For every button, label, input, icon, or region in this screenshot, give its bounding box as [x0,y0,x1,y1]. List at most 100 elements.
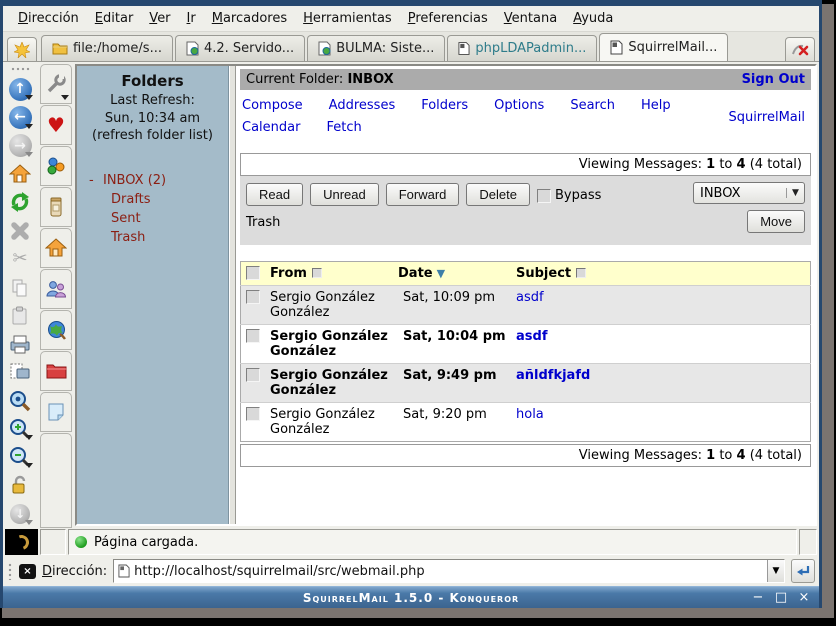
back-button[interactable]: ← [5,103,35,131]
from-header[interactable]: From [270,266,307,281]
window-titlebar[interactable]: SquirrelMail 1.5.0 - Konqueror − □ × [3,586,819,608]
close-button[interactable]: × [797,590,811,605]
cut-button[interactable]: ✂ [5,245,35,273]
bypass-trash-checkbox[interactable] [537,189,551,203]
collapse-toggle[interactable]: - [89,173,103,188]
history-panel-button[interactable] [40,187,72,227]
date-header[interactable]: Date [398,266,433,281]
resize-grip[interactable] [799,529,817,555]
clear-location-icon[interactable]: × [19,564,36,579]
toolbar-handle[interactable] [10,66,30,72]
delete-button[interactable]: Delete [466,183,530,206]
services-panel-button[interactable] [40,146,72,186]
bookmarks-panel-button[interactable]: ♥ [40,105,72,145]
menu-direccion[interactable]: Dirección [11,8,86,29]
forward-button-mail[interactable]: Forward [386,183,460,206]
scroll-down-button[interactable]: ↓ [5,500,35,528]
menu-herramientas[interactable]: Herramientas [296,8,399,29]
folder-inbox-label[interactable]: INBOX [103,173,144,188]
location-dropdown-icon[interactable]: ▼ [767,560,784,582]
select-all-checkbox[interactable] [246,266,260,280]
address-toolbar-handle[interactable] [7,562,13,580]
menu-ayuda[interactable]: Ayuda [566,8,620,29]
network-panel-button[interactable] [40,310,72,350]
squirrelmail-brand-link[interactable]: SquirrelMail [728,110,805,125]
tab-squirrelmail[interactable]: SquirrelMail... [599,33,728,61]
new-tab-button[interactable] [7,37,37,61]
sign-out-link[interactable]: Sign Out [742,72,805,87]
addresses-link[interactable]: Addresses [329,98,396,113]
print-button[interactable] [5,330,35,358]
url-text[interactable]: http://localhost/squirrelmail/src/webmai… [130,564,767,579]
tab-bar: file:/home/s... 4.2. Servido... BULMA: S… [3,32,819,62]
copy-button[interactable] [5,273,35,301]
panel-toolbar-spacer [40,433,72,528]
tab-bulma[interactable]: BULMA: Siste... [307,35,445,61]
zoom-in-button[interactable] [5,415,35,443]
users-panel-button[interactable] [40,269,72,309]
root-folder-panel-button[interactable] [40,351,72,391]
stop-button[interactable] [5,217,35,245]
options-link[interactable]: Options [494,98,544,113]
folder-inbox[interactable]: -INBOX (2) [81,171,224,190]
folder-select[interactable]: INBOX ▼ [693,182,805,204]
message-checkbox[interactable] [246,407,260,421]
panel-splitter[interactable] [229,66,236,524]
from-sort-icon[interactable] [312,268,322,278]
read-button[interactable]: Read [246,183,303,206]
close-tab-button[interactable] [785,37,815,61]
menu-ventana[interactable]: Ventana [497,8,564,29]
search-link[interactable]: Search [570,98,615,113]
configure-panel-button[interactable] [40,64,72,104]
help-link[interactable]: Help [641,98,671,113]
viewing-to-word: to [719,448,732,463]
tab-file-home[interactable]: file:/home/s... [41,35,173,61]
message-checkbox[interactable] [246,368,260,382]
up-button[interactable]: ↑ [5,75,35,103]
paste-clipboard-icon [11,306,29,326]
refresh-folder-list-link[interactable]: (refresh folder list) [81,127,224,145]
message-subject-link[interactable]: asdf [516,290,544,305]
print-preview-button[interactable] [5,358,35,386]
bookmarks-heart-icon: ♥ [47,115,65,135]
folder-sent[interactable]: Sent [81,209,224,228]
tab-servidor-doc[interactable]: 4.2. Servido... [175,35,305,61]
menu-editar[interactable]: Editar [88,8,141,29]
message-from: Sergio González González [265,285,393,324]
message-checkbox[interactable] [246,290,260,304]
message-subject-link[interactable]: asdf [516,329,547,344]
unread-button[interactable]: Unread [310,183,379,206]
maximize-button[interactable]: □ [774,590,788,605]
zoom-out-button[interactable] [5,443,35,471]
folders-link[interactable]: Folders [421,98,468,113]
menu-ver[interactable]: Ver [142,8,177,29]
go-button[interactable] [791,559,815,583]
subject-header[interactable]: Subject [516,266,571,281]
home-button[interactable] [5,160,35,188]
compose-link[interactable]: Compose [242,98,303,113]
fetch-link[interactable]: Fetch [326,120,361,135]
message-checkbox[interactable] [246,329,260,343]
message-subject-link[interactable]: añldfkjafd [516,368,590,383]
paste-button[interactable] [5,301,35,329]
forward-button[interactable]: → [5,132,35,160]
message-subject-link[interactable]: hola [516,407,544,422]
menu-ir[interactable]: Ir [180,8,203,29]
calendar-link[interactable]: Calendar [242,120,300,135]
notes-panel-button[interactable] [40,392,72,432]
menu-preferencias[interactable]: Preferencias [401,8,495,29]
menu-marcadores[interactable]: Marcadores [205,8,294,29]
tab-label: phpLDAPadmin... [475,41,586,56]
minimize-button[interactable]: − [751,590,765,605]
tab-phpldapadmin[interactable]: phpLDAPadmin... [447,35,597,61]
move-button[interactable]: Move [747,210,805,233]
find-button[interactable] [5,386,35,414]
date-sort-desc-icon[interactable]: ▼ [437,267,445,280]
subject-sort-icon[interactable] [576,268,586,278]
security-button[interactable] [5,471,35,499]
folder-drafts[interactable]: Drafts [81,190,224,209]
reload-button[interactable] [5,188,35,216]
folder-trash[interactable]: Trash [81,228,224,247]
location-combobox[interactable]: http://localhost/squirrelmail/src/webmai… [113,559,785,583]
home-folder-panel-button[interactable] [40,228,72,268]
